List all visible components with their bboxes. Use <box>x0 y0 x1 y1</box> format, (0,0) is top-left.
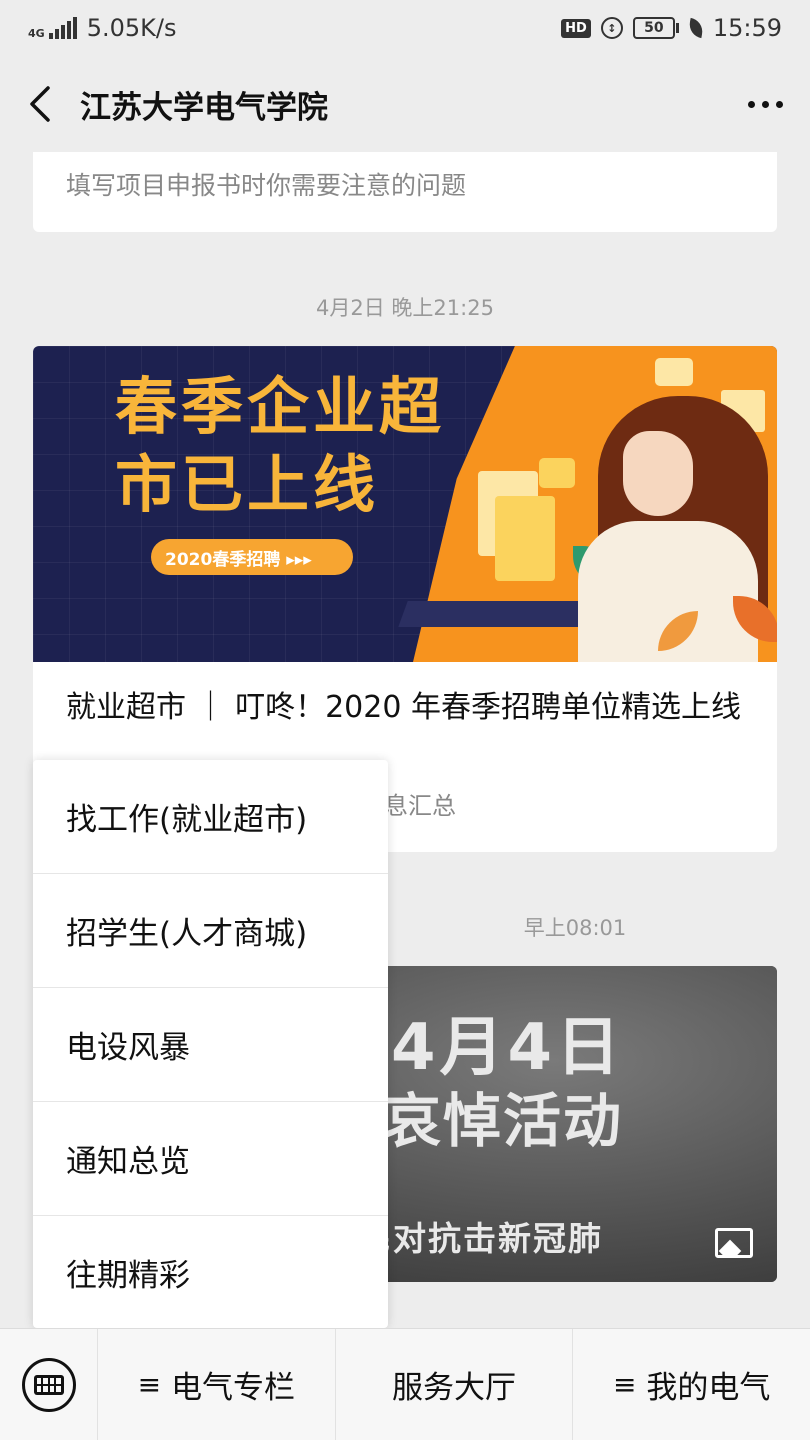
menu-tab-my-electrical[interactable]: ≡ 我的电气 <box>573 1329 810 1440</box>
menu-tab-service-hall[interactable]: 服务大厅 <box>336 1328 574 1440</box>
status-bar: 4G 5.05K/s HD ↕ 50 15:59 <box>0 0 810 56</box>
submenu-item-find-job[interactable]: 找工作(就业超市) <box>33 760 388 874</box>
submenu-lines-icon: ≡ <box>137 1368 162 1401</box>
image-icon <box>715 1228 753 1258</box>
battery-level: 50 <box>632 17 675 39</box>
message-timestamp: 4月2日 晚上21:25 <box>316 296 494 320</box>
submenu-item-recruit-students[interactable]: 招学生(人才商城) <box>33 874 388 988</box>
back-icon[interactable] <box>0 56 80 152</box>
chat-bubble-illustration <box>655 358 693 386</box>
network-speed: 5.05K/s <box>86 14 177 42</box>
data-saver-icon: ↕ <box>600 17 623 39</box>
network-type: 4G <box>28 27 45 40</box>
chart-document-illustration <box>495 496 555 581</box>
nav-bar: 江苏大学电气学院 <box>0 56 810 152</box>
submenu-item-design-storm[interactable]: 电设风暴 <box>33 988 388 1102</box>
signal-icon: 4G <box>28 17 77 39</box>
prev-article-card[interactable]: 填写项目申报书时你需要注意的问题 <box>33 152 777 232</box>
submenu-popup: 找工作(就业超市) 招学生(人才商城) 电设风暴 通知总览 往期精彩 <box>33 760 388 1328</box>
battery-icon: 50 <box>632 17 679 39</box>
submenu-item-notice-overview[interactable]: 通知总览 <box>33 1102 388 1216</box>
menu-tab-label: 服务大厅 <box>392 1370 516 1406</box>
keyboard-icon <box>21 1357 76 1412</box>
menu-tab-label: 电气专栏 <box>171 1370 296 1406</box>
article-banner-image: 春季企业超市已上线 2020春季招聘 ▸▸▸ <box>33 346 777 662</box>
page-title: 江苏大学电气学院 <box>80 89 328 126</box>
article-title: 就业超市 ｜ 叮咚！2020 年春季招聘单位精选上线 <box>66 690 741 725</box>
menu-tab-electrical-column[interactable]: ≡ 电气专栏 <box>98 1328 336 1440</box>
bottom-menu-bar: ≡ 电气专栏 服务大厅 ≡ 我的电气 <box>0 1328 810 1440</box>
clock: 15:59 <box>712 14 782 42</box>
status-left: 4G 5.05K/s <box>28 14 176 42</box>
keyboard-toggle-button[interactable] <box>0 1328 98 1440</box>
submenu-item-past-highlights[interactable]: 往期精彩 <box>33 1216 388 1328</box>
more-icon[interactable] <box>720 56 810 152</box>
submenu-lines-icon: ≡ <box>612 1368 637 1401</box>
prev-article-digest: 填写项目申报书时你需要注意的问题 <box>66 171 467 200</box>
menu-tab-label: 我的电气 <box>646 1370 771 1406</box>
hd-icon: HD <box>561 18 591 38</box>
banner-tag: 2020春季招聘 ▸▸▸ <box>151 539 353 575</box>
banner-headline: 春季企业超市已上线 <box>115 370 446 521</box>
power-saving-icon <box>687 17 705 39</box>
status-right: HD ↕ 50 15:59 <box>561 14 782 42</box>
heart-bubble-illustration <box>539 458 575 488</box>
